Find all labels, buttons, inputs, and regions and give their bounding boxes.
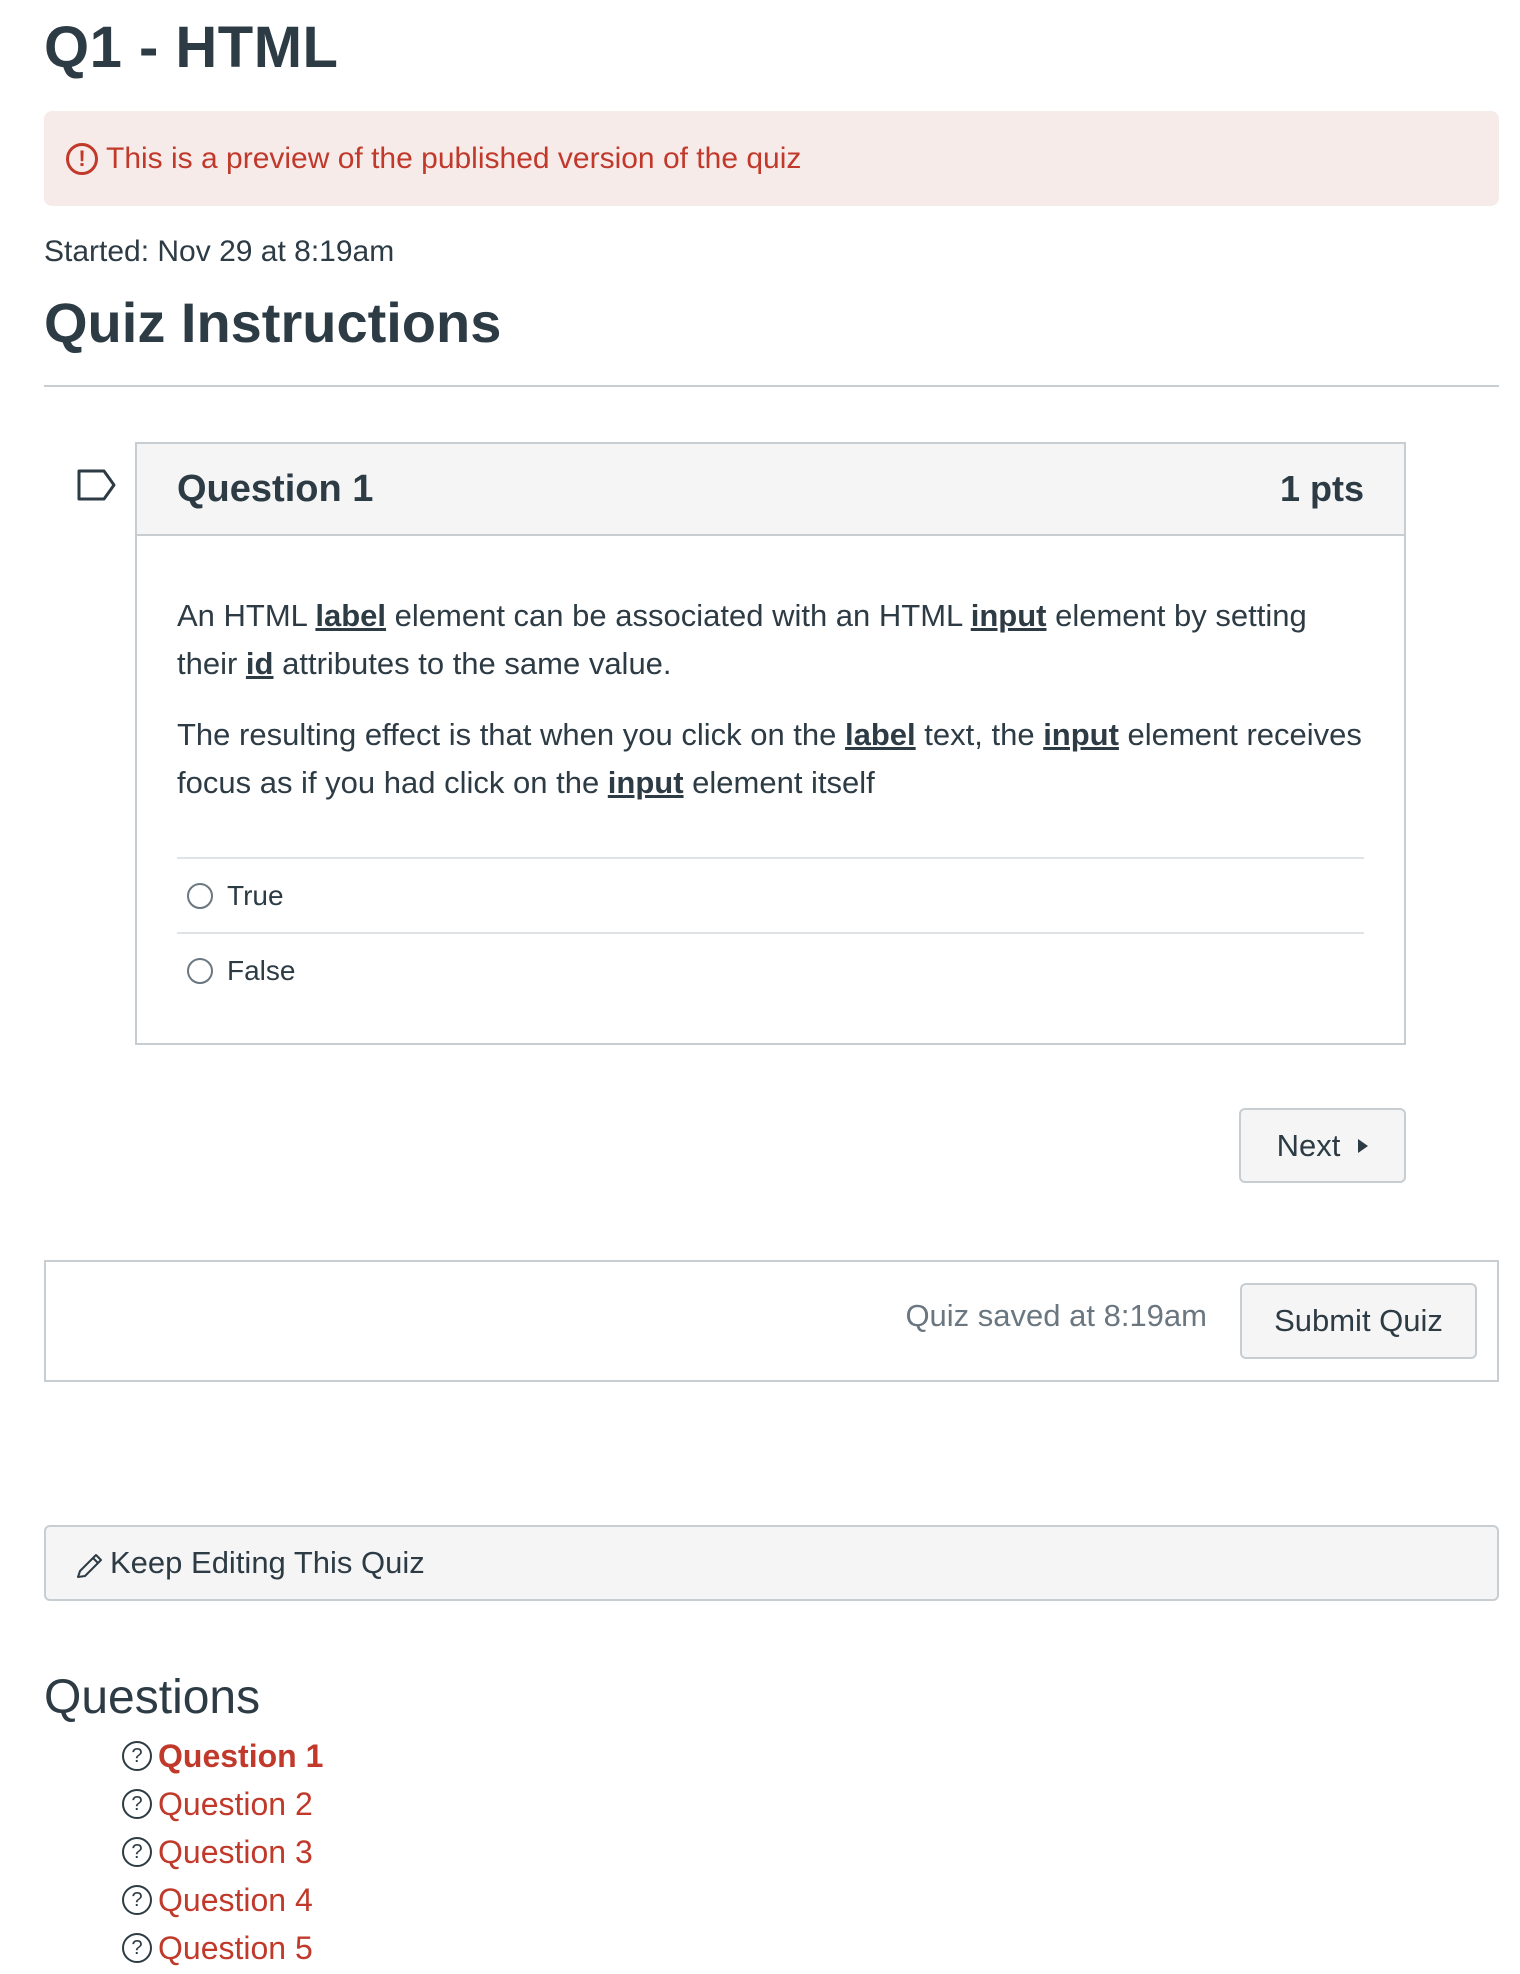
quiz-title: Q1 - HTML: [44, 15, 339, 80]
question-nav-link[interactable]: Question 1: [158, 1738, 323, 1775]
question-nav-link[interactable]: Question 2: [158, 1786, 313, 1823]
answer-label[interactable]: True: [227, 880, 284, 912]
question-nav-item[interactable]: ? Question 2: [122, 1780, 323, 1828]
question-nav-link[interactable]: Question 5: [158, 1930, 313, 1967]
keyword-input: input: [1043, 717, 1119, 752]
answer-option-true[interactable]: True: [177, 859, 1364, 934]
answer-option-false[interactable]: False: [177, 934, 1364, 1007]
text-span: element can be associated with an HTML: [386, 598, 971, 633]
question-nav-item[interactable]: ? Question 1: [122, 1732, 323, 1780]
keyword-label: label: [845, 717, 916, 752]
exclamation-circle-icon: !: [66, 142, 98, 175]
question-nav-link[interactable]: Question 3: [158, 1834, 313, 1871]
keyword-input: input: [607, 765, 684, 800]
question-nav-item[interactable]: ? Question 5: [122, 1924, 323, 1972]
keep-editing-button[interactable]: Keep Editing This Quiz: [44, 1525, 1499, 1601]
question-circle-icon: ?: [122, 1837, 152, 1867]
text-span: text, the: [915, 717, 1044, 752]
next-button[interactable]: Next: [1239, 1108, 1406, 1183]
submit-quiz-button[interactable]: Submit Quiz: [1240, 1283, 1477, 1359]
divider: [44, 385, 1499, 387]
question-points: 1 pts: [1279, 468, 1364, 509]
question-nav-item[interactable]: ? Question 4: [122, 1876, 323, 1924]
instructions-title: Quiz Instructions: [44, 291, 502, 354]
text-span: An HTML: [177, 598, 316, 633]
preview-alert-text: This is a preview of the published versi…: [106, 141, 802, 175]
question-circle-icon: ?: [122, 1933, 152, 1963]
question-header: Question 1 1 pts: [137, 444, 1404, 536]
question-nav-link[interactable]: Question 4: [158, 1882, 313, 1919]
question-circle-icon: ?: [122, 1885, 152, 1915]
next-button-label: Next: [1276, 1127, 1341, 1163]
questions-heading: Questions: [44, 1671, 261, 1724]
radio-button[interactable]: [187, 957, 213, 984]
keyword-input: input: [970, 598, 1047, 633]
radio-button[interactable]: [187, 882, 213, 909]
keyword-id: id: [245, 646, 274, 681]
started-timestamp: Started: Nov 29 at 8:19am: [44, 235, 395, 268]
answer-label[interactable]: False: [227, 955, 295, 987]
text-span: The resulting effect is that when you cl…: [177, 717, 846, 752]
question-card: Question 1 1 pts An HTML label element c…: [135, 442, 1406, 1045]
preview-alert: ! This is a preview of the published ver…: [44, 111, 1499, 206]
question-circle-icon: ?: [122, 1741, 152, 1771]
question-text-paragraph: An HTML label element can be associated …: [177, 536, 1364, 688]
caret-right-icon: [1358, 1138, 1369, 1153]
question-text-paragraph: The resulting effect is that when you cl…: [177, 688, 1364, 807]
question-body: An HTML label element can be associated …: [137, 536, 1404, 1007]
answer-list: True False: [177, 857, 1364, 1007]
keyword-label: label: [315, 598, 387, 633]
pencil-icon: [77, 1554, 102, 1578]
question-circle-icon: ?: [122, 1789, 152, 1819]
submit-bar: Quiz saved at 8:19am Submit Quiz: [44, 1260, 1499, 1382]
text-span: attributes to the same value.: [273, 646, 672, 681]
keep-editing-label: Keep Editing This Quiz: [110, 1545, 425, 1580]
question-nav-item[interactable]: ? Question 3: [122, 1828, 323, 1876]
question-nav-list: ? Question 1 ? Question 2 ? Question 3 ?…: [122, 1732, 323, 1972]
quiz-saved-status: Quiz saved at 8:19am: [905, 1298, 1207, 1333]
text-span: element itself: [683, 765, 875, 800]
bookmark-flag-icon[interactable]: [76, 468, 118, 502]
question-name: Question 1: [177, 467, 374, 510]
